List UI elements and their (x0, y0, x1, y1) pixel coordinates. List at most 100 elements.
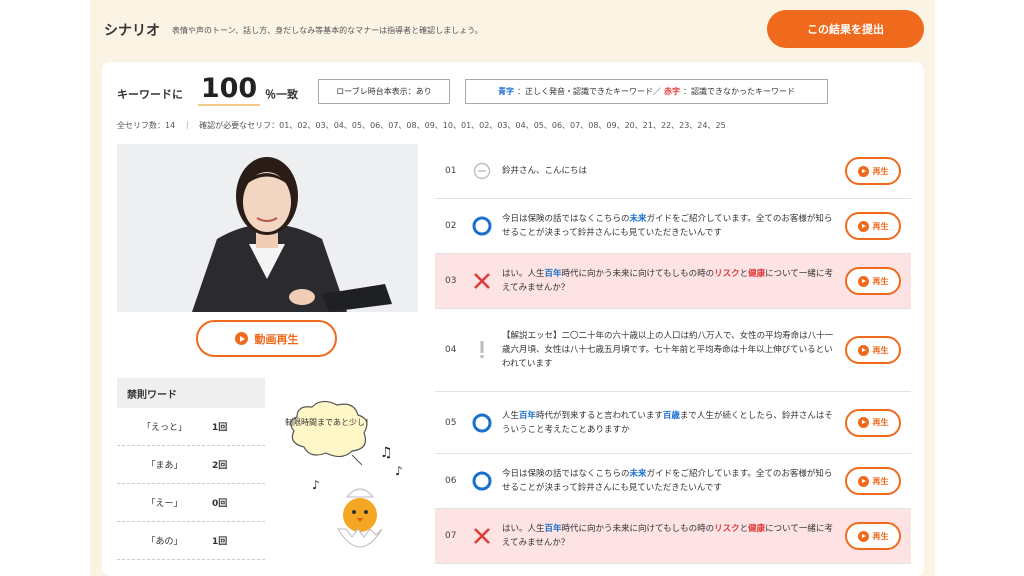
line-text: 人生百年時代が到来すると言われています百歳まで人生が続くとしたら、鈴井さんはそう… (495, 409, 845, 437)
header: シナリオ 表情や声のトーン、話し方、身だしなみ等基本的なマナーは指導者と確認しま… (90, 0, 935, 60)
script-line: 02 今日は保険の話ではなくこちらの未来ガイドをご紹介しています。全てのお客様が知… (435, 199, 911, 254)
script-line: 06 今日は保険の話ではなくこちらの未来ガイドをご紹介しています。全てのお客様が知… (435, 454, 911, 509)
filler-count: 0回 (212, 499, 228, 509)
page-title: シナリオ (104, 23, 160, 39)
recognized-keyword: 百歳 (662, 410, 680, 421)
line-segment: 時代が到来すると言われています (536, 410, 663, 421)
line-play-button[interactable]: 再生 (845, 212, 901, 240)
line-number: 07 (445, 531, 457, 541)
line-segment: 今日は保険の話ではなくこちらの (502, 469, 630, 479)
play-icon (857, 220, 869, 232)
filler-word: 「まあ」 (146, 461, 183, 471)
line-number: 05 (445, 417, 457, 428)
filler-row: 「あの」 1回 (117, 522, 265, 560)
page-description: 表情や声のトーン、話し方、身だしなみ等基本的なマナーは指導者と確認しましょう。 (172, 26, 483, 35)
play-icon (234, 332, 248, 345)
line-text: はい。人生百年時代に向かう未来に向けてもしもの時のリスクと健康について一緒に考え… (495, 267, 845, 295)
play-icon (857, 275, 869, 287)
wrong-cross-icon (469, 523, 495, 549)
correct-circle-icon (469, 213, 495, 239)
line-play-button[interactable]: 再生 (845, 467, 901, 495)
recognized-keyword: 未来 (629, 469, 647, 479)
script-line: 04 【解説エッセ】二〇二十年の六十歳以上の人口は約八万人で、女性の平均寿命は八十… (435, 309, 911, 392)
line-count-summary: 全セリフ数：14 ｜ 確認が必要なセリフ：01、02、03、04、05、06、0… (117, 121, 726, 130)
script-line: 03 はい。人生百年時代に向かう未来に向けてもしもの時のリスクと健康について一緒に… (435, 254, 911, 309)
play-icon (857, 530, 869, 542)
line-number: 04 (445, 345, 457, 355)
result-panel: キーワードに 100 ％一致 ローブレ時台本表示：あり 青字 ：正しく発音・認識で… (102, 62, 924, 576)
submit-result-button[interactable]: この結果を提出 (767, 10, 924, 48)
color-legend: 青字 ：正しく発音・認識できたキーワード／ 赤字 ：認識できなかったキーワード (465, 79, 828, 104)
line-segment: 時代に向かう未来に向けてもしもの時の (561, 524, 715, 534)
filler-count: 1回 (212, 423, 228, 433)
legend-blue-key: 青字 (498, 87, 514, 96)
mascot-bubble-text: 制限時間まであと少し！ (285, 417, 373, 427)
line-play-label: 再生 (872, 418, 889, 427)
line-segment: はい。人生 (502, 524, 545, 534)
line-number: 02 (445, 221, 457, 231)
filler-word-title: 禁則ワード (117, 378, 265, 408)
line-segment: 時代に向かう未来に向けてもしもの時の (561, 269, 715, 279)
filler-word: 「あの」 (146, 537, 183, 547)
app-stage: シナリオ 表情や声のトーン、話し方、身だしなみ等基本的なマナーは指導者と確認しま… (90, 0, 935, 576)
missed-keyword: 健康 (748, 269, 766, 279)
play-icon (857, 475, 869, 487)
line-text: 【解説エッセ】二〇二十年の六十歳以上の人口は約八万人で、女性の平均寿命は八十一歳… (495, 329, 845, 371)
line-text: 今日は保険の話ではなくこちらの未来ガイドをご紹介しています。全てのお客様が知らせ… (495, 467, 845, 495)
script-lines: 01 鈴井さん、こんにちは 再生 02 今日は保険の話ではなくこちらの未来ガイドをご紹介… (435, 144, 911, 564)
script-line: 01 鈴井さん、こんにちは 再生 (435, 144, 911, 199)
line-segment: と (739, 524, 749, 534)
line-text: はい。人生百年時代に向かう未来に向けてもしもの時のリスクと健康について一緒に考え… (495, 522, 845, 550)
script-line: 07 はい。人生百年時代に向かう未来に向けてもしもの時のリスクと健康について一緒に… (435, 509, 911, 564)
line-play-button[interactable]: 再生 (845, 267, 901, 295)
line-play-label: 再生 (872, 531, 889, 541)
line-play-button[interactable]: 再生 (845, 408, 901, 437)
line-text: 今日は保険の話ではなくこちらの未来ガイドをご紹介しています。全てのお客様が知らせ… (495, 212, 845, 240)
exclamation-icon (469, 337, 495, 363)
filler-row: 「えー」 0回 (117, 484, 265, 522)
line-number: 06 (445, 476, 457, 486)
line-segment: 【解説エッセ】二〇二十年の六十歳以上の人口は約八万人で、女性の平均寿命は八十一歳… (502, 331, 834, 369)
filler-word: 「えっと」 (141, 423, 187, 433)
line-play-button[interactable]: 再生 (845, 157, 901, 185)
filler-word-table: 禁則ワード 「えっと」 1回 「まあ」 2回 「えー」 0回 「あの」 1回 (117, 378, 265, 560)
script-line: 05 人生百年時代が到来すると言われています百歳まで人生が続くとしたら、鈴井さんは… (435, 392, 911, 454)
keyword-match-unit: ％一致 (265, 88, 298, 101)
recognized-keyword: 百年 (519, 410, 537, 421)
chick-mascot: 制限時間まであと少し！ ♫ ♪ ♪ (282, 397, 422, 567)
line-play-label: 再生 (872, 221, 889, 231)
keyword-match-value: 100 (198, 74, 260, 106)
play-icon (857, 344, 869, 356)
wrong-cross-icon (469, 268, 495, 294)
svg-text:♪: ♪ (312, 478, 320, 492)
play-icon (857, 417, 869, 428)
play-movie-button[interactable]: 動画再生 (196, 320, 337, 357)
line-segment: 鈴井さん、こんにちは (502, 166, 588, 176)
script-display-toggle[interactable]: ローブレ時台本表示：あり (318, 79, 450, 104)
line-text: 鈴井さん、こんにちは (495, 164, 845, 178)
play-icon (857, 165, 869, 177)
missed-keyword: リスク (714, 269, 740, 279)
filler-word: 「えー」 (146, 499, 183, 509)
legend-blue-text: ：正しく発音・認識できたキーワード／ (517, 87, 661, 96)
recognized-keyword: 未来 (629, 214, 647, 224)
missed-keyword: 健康 (748, 524, 766, 534)
line-play-label: 再生 (872, 276, 889, 286)
line-play-label: 再生 (872, 166, 889, 176)
filler-row: 「えっと」 1回 (117, 408, 265, 446)
line-play-label: 再生 (872, 476, 889, 486)
line-play-button[interactable]: 再生 (845, 336, 901, 364)
keyword-match-label: キーワードに (117, 88, 183, 101)
filler-row: 「まあ」 2回 (117, 446, 265, 484)
svg-text:♪: ♪ (395, 464, 403, 478)
correct-circle-icon (469, 410, 495, 436)
legend-red-text: ：認識できなかったキーワード (683, 87, 795, 96)
missed-keyword: リスク (714, 524, 740, 534)
svg-text:♫: ♫ (380, 445, 393, 461)
line-play-label: 再生 (872, 345, 889, 355)
line-segment: 人生 (502, 410, 520, 421)
filler-count: 2回 (212, 461, 228, 471)
line-number: 01 (445, 166, 457, 176)
line-play-button[interactable]: 再生 (845, 522, 901, 550)
correct-circle-icon (469, 468, 495, 494)
